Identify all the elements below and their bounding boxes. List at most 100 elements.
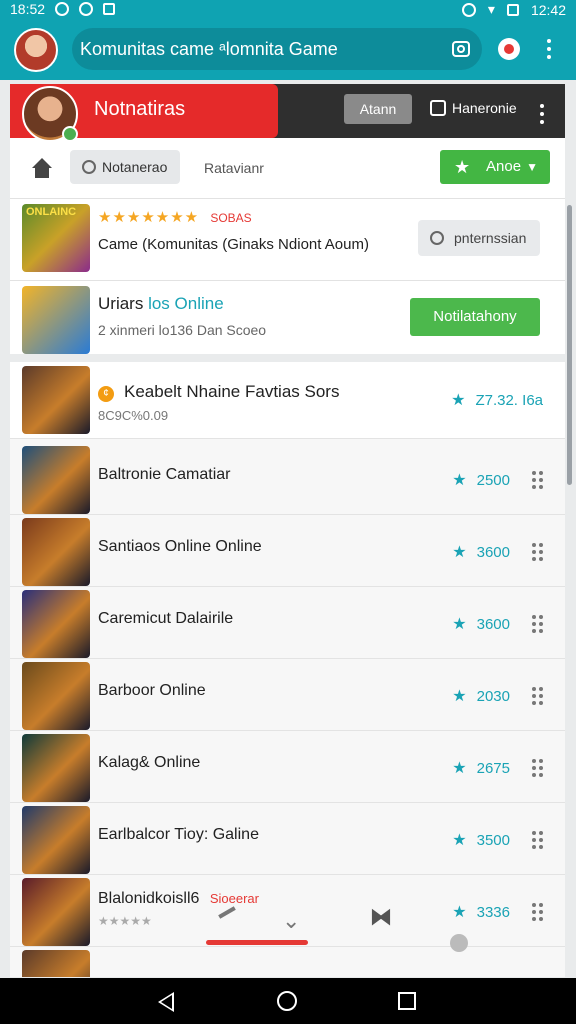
star-rating: ★★★★★★★ [98, 209, 200, 226]
list-thumbnail [22, 446, 90, 514]
list-item-rating: ★ 2500 [452, 470, 543, 490]
list-item-rating: ★ 2030 [452, 686, 543, 706]
overlay-icon[interactable]: ⌄ [282, 908, 300, 934]
online-title-a: Uriars [98, 294, 144, 313]
search-box[interactable]: Komunitas came ᵃlomnita Game [72, 28, 482, 70]
featured-button[interactable]: pnternssian [418, 220, 540, 256]
online-button[interactable]: Notilatahony [410, 298, 540, 336]
list-item[interactable]: Caremicut Dalairile ★ 3600 [10, 586, 565, 659]
star-icon: ★ [454, 157, 471, 177]
list-item-rating: ★ Z7.32. I6a [451, 390, 543, 410]
online-subtitle: 2 xinmeri lo136 Dan Scoeo [98, 322, 267, 338]
location-icon [461, 2, 476, 17]
recent-icon[interactable] [398, 992, 416, 1010]
online-title: Uriars los Online [98, 294, 224, 314]
featured-button-label: pnternssian [454, 230, 527, 246]
clock-icon [82, 160, 96, 174]
star-icon: ★ [452, 472, 467, 489]
drag-handle-icon[interactable] [532, 471, 543, 489]
drag-handle-icon[interactable] [532, 831, 543, 849]
rating-value: 3600 [476, 543, 510, 561]
more-icon[interactable] [536, 36, 562, 62]
star-icon: ★ [452, 688, 467, 705]
list-item-title: Earlbalcor Tioy: Galine [98, 826, 259, 843]
drag-handle-icon[interactable] [532, 759, 543, 777]
list-item-title: Santiaos Online Online [98, 538, 262, 555]
list-item-rating: ★ 3600 [452, 542, 543, 562]
list-thumbnail [22, 366, 90, 434]
header-bar: Notnatiras Atann Haneronie [10, 84, 565, 142]
bottom-overlay: ⌄ ⧓ [10, 898, 565, 978]
camera-icon[interactable] [448, 36, 474, 62]
list-item-title: ¢ Keabelt Nhaine Favtias Sors [98, 382, 339, 402]
back-icon[interactable] [158, 992, 174, 1012]
list-item-title: Baltronie Camatiar [98, 466, 231, 483]
google-icon[interactable] [496, 36, 522, 62]
tab-notanerao[interactable]: Notanerao [70, 150, 180, 184]
header-more-icon[interactable] [540, 104, 544, 124]
list-item-rating: ★ 2675 [452, 758, 543, 778]
star-icon: ★ [451, 392, 466, 409]
tab-row: Notanerao Ratavianr ★ Anoe ▼ [10, 138, 565, 199]
scrollbar[interactable] [567, 205, 572, 485]
game-list: ¢ Keabelt Nhaine Favtias Sors 8C9C%0.09 ★… [10, 362, 565, 977]
overlay-icon[interactable]: ⧓ [370, 904, 392, 930]
rating-value: 2030 [476, 687, 510, 705]
online-item[interactable]: Uriars los Online 2 xinmeri lo136 Dan Sc… [10, 280, 565, 354]
wifi-icon: ▾ [487, 1, 495, 17]
top-panel: Notnatiras Atann Haneronie Notanerao Rat… [10, 84, 565, 354]
header-right-label: Haneronie [452, 100, 517, 116]
star-icon: ★ [452, 832, 467, 849]
grey-button[interactable]: Atann [344, 94, 412, 124]
first-title-text: Keabelt Nhaine Favtias Sors [124, 382, 340, 401]
overlay-progress-bar [206, 940, 308, 945]
profile-avatar[interactable] [22, 86, 78, 142]
rating-value: 2500 [476, 471, 510, 489]
list-thumbnail [22, 806, 90, 874]
list-item-sub: 8C9C%0.09 [98, 408, 169, 423]
avatar[interactable] [14, 28, 58, 72]
header-right-menu[interactable]: Haneronie [430, 100, 517, 116]
header-title: Notnatiras [94, 98, 186, 120]
featured-item[interactable]: ONLAINC ★★★★★★★ SOBAS Came (Komunitas (G… [10, 198, 565, 281]
list-item-rating: ★ 3500 [452, 830, 543, 850]
calendar-icon [430, 100, 446, 116]
list-item-rating: ★ 3600 [452, 614, 543, 634]
rating-value: 2675 [476, 759, 510, 777]
overlay-icon[interactable] [450, 934, 468, 952]
app-bar: Komunitas came ᵃlomnita Game [0, 20, 576, 80]
rating-value: 3600 [476, 615, 510, 633]
status-icon [79, 2, 94, 16]
thumb-text: ONLAINC [26, 206, 77, 218]
list-item[interactable]: Barboor Online ★ 2030 [10, 658, 565, 731]
list-item-first[interactable]: ¢ Keabelt Nhaine Favtias Sors 8C9C%0.09 ★… [10, 362, 565, 439]
drag-handle-icon[interactable] [532, 687, 543, 705]
list-item-title: Barboor Online [98, 682, 206, 699]
list-thumbnail [22, 590, 90, 658]
list-item[interactable]: Kalag& Online ★ 2675 [10, 730, 565, 803]
coin-icon: ¢ [98, 386, 114, 402]
green-dropdown[interactable]: ★ Anoe ▼ [440, 150, 550, 184]
list-item[interactable]: Baltronie Camatiar ★ 2500 [10, 442, 565, 515]
time-right: 12:42 [530, 1, 566, 18]
status-icon [103, 3, 116, 15]
home-nav-icon[interactable] [277, 991, 297, 1011]
drag-handle-icon[interactable] [532, 615, 543, 633]
featured-stars: ★★★★★★★ SOBAS [98, 208, 252, 226]
tab-ratavianr[interactable]: Ratavianr [204, 160, 264, 176]
star-icon: ★ [452, 616, 467, 633]
chevron-down-icon: ▼ [526, 160, 538, 174]
list-item-title: Caremicut Dalairile [98, 610, 234, 627]
battery-icon [506, 3, 519, 16]
drag-handle-icon[interactable] [532, 543, 543, 561]
overlay-icon[interactable] [218, 906, 240, 926]
online-title-b: los Online [148, 294, 224, 313]
time-left: 18:52 [10, 1, 46, 17]
list-item[interactable]: Santiaos Online Online ★ 3600 [10, 514, 565, 587]
status-icon [55, 2, 70, 16]
rating-value: Z7.32. I6a [475, 391, 543, 409]
featured-title: Came (Komunitas (Ginaks Ndiont Aoum) [98, 236, 369, 253]
home-icon[interactable] [30, 158, 54, 178]
list-item[interactable]: Earlbalcor Tioy: Galine ★ 3500 [10, 802, 565, 875]
star-icon: ★ [452, 760, 467, 777]
